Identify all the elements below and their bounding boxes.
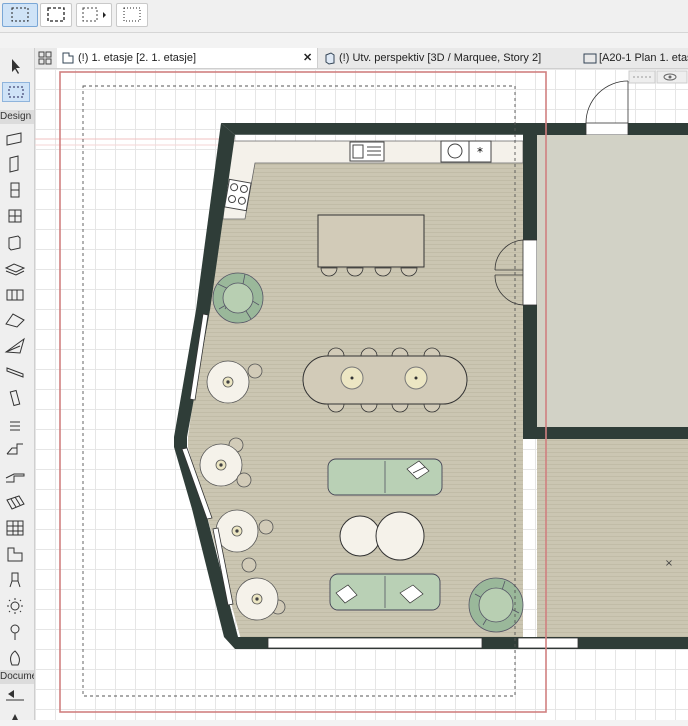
marquee-tool-button[interactable] bbox=[2, 82, 30, 102]
marquee-icon bbox=[11, 7, 29, 22]
tab-label: (!) Utv. perspektiv [3D / Marquee, Story… bbox=[339, 52, 542, 64]
mesh-tool-icon[interactable] bbox=[4, 440, 26, 460]
toolbox-panel: Design Docume bbox=[0, 48, 35, 720]
sofa-bottom bbox=[329, 573, 441, 611]
door-tool-icon[interactable] bbox=[4, 154, 26, 174]
dimension-tool-icon[interactable] bbox=[4, 648, 26, 668]
lamp-icon[interactable] bbox=[4, 596, 26, 616]
level-tool-icon[interactable] bbox=[4, 622, 26, 642]
object-tool-icon[interactable] bbox=[4, 492, 26, 512]
stair-tool-icon[interactable] bbox=[4, 388, 26, 408]
design-section-label: Design bbox=[0, 110, 34, 124]
column-tool-icon[interactable] bbox=[4, 232, 26, 252]
grid-view-icon[interactable] bbox=[38, 51, 52, 65]
marquee-options-icon bbox=[123, 7, 141, 22]
tab-layout-plan[interactable]: [A20-1 Plan 1. etasje bbox=[579, 48, 688, 68]
morph-tool-icon[interactable] bbox=[4, 570, 26, 590]
close-icon[interactable]: ✕ bbox=[303, 48, 312, 68]
tab-3d-perspective[interactable]: (!) Utv. perspektiv [3D / Marquee, Story… bbox=[319, 48, 579, 68]
railing-tool-icon[interactable] bbox=[4, 414, 26, 434]
wall-tool-icon[interactable] bbox=[4, 128, 26, 148]
marquee-dropdown-button[interactable] bbox=[76, 3, 112, 27]
top-toolbar bbox=[0, 0, 688, 33]
kitchen-island bbox=[317, 214, 425, 268]
floor-plan-canvas[interactable]: * × bbox=[35, 69, 688, 720]
tab-floor-plan[interactable]: (!) 1. etasje [2. 1. etasje] ✕ bbox=[57, 48, 318, 68]
adjacent-room bbox=[537, 135, 688, 427]
section-tool-icon[interactable] bbox=[4, 706, 26, 726]
shell-tool-icon[interactable] bbox=[4, 310, 26, 330]
floor-plan-icon bbox=[62, 52, 74, 64]
marquee-select-button[interactable] bbox=[2, 3, 38, 27]
marquee-rect-button[interactable] bbox=[40, 3, 72, 27]
marquee-tool-icon bbox=[8, 86, 24, 98]
tab-label: (!) 1. etasje [2. 1. etasje] bbox=[78, 52, 197, 64]
layout-icon bbox=[583, 53, 597, 64]
zone-tool-icon[interactable] bbox=[4, 466, 26, 486]
document-section-label: Docume bbox=[0, 670, 34, 684]
coffee-table bbox=[375, 511, 425, 561]
window-tool-icon[interactable] bbox=[4, 180, 26, 200]
marquee-rect-icon bbox=[47, 7, 65, 22]
skylight-tool-icon[interactable] bbox=[4, 336, 26, 356]
roof-tool-icon[interactable] bbox=[4, 284, 26, 304]
grid-tool-icon[interactable] bbox=[4, 544, 26, 564]
floor-plan-drawing: * × bbox=[35, 70, 688, 713]
3d-view-icon bbox=[325, 52, 335, 65]
marquee-dropdown-icon bbox=[82, 7, 106, 22]
svg-text:*: * bbox=[477, 145, 483, 159]
dining-table bbox=[302, 355, 468, 405]
marquee-options-button[interactable] bbox=[116, 3, 148, 27]
sink bbox=[349, 141, 385, 162]
adjacent-room bbox=[537, 439, 688, 637]
tab-label: [A20-1 Plan 1. etasje bbox=[599, 52, 688, 64]
elevation-tool-icon[interactable] bbox=[4, 686, 26, 706]
top-door bbox=[585, 80, 629, 136]
slab-tool-icon[interactable] bbox=[4, 258, 26, 278]
view-tab-bar: (!) 1. etasje [2. 1. etasje] ✕ (!) Utv. … bbox=[35, 48, 688, 69]
curtain-wall-tool-icon[interactable] bbox=[4, 206, 26, 226]
view-controls[interactable] bbox=[628, 70, 688, 84]
side-cooktop bbox=[223, 178, 252, 212]
coffee-table bbox=[339, 515, 381, 557]
stove-hob: * bbox=[440, 140, 492, 163]
lamp-tool-icon[interactable] bbox=[4, 518, 26, 538]
plant bbox=[212, 272, 264, 324]
svg-text:×: × bbox=[665, 558, 673, 569]
arrow-tool-icon[interactable] bbox=[4, 56, 26, 76]
beam-tool-icon[interactable] bbox=[4, 362, 26, 382]
sofa-top bbox=[327, 458, 443, 496]
